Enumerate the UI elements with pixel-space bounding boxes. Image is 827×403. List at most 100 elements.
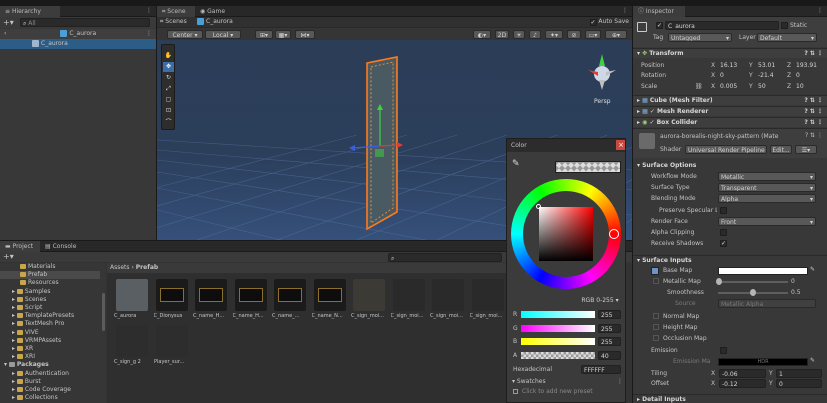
mesh-filter-header[interactable]: ▸ ▦ Cube (Mesh Filter) ? ⇅ ⋮: [633, 95, 827, 105]
scale-tool-icon[interactable]: ⤢: [163, 84, 174, 94]
hue-wheel[interactable]: [511, 179, 621, 289]
asset-thumbnail[interactable]: [432, 279, 464, 311]
asset-thumbnail[interactable]: [116, 325, 148, 357]
asset-thumbnail[interactable]: [392, 279, 425, 311]
mesh-renderer-header[interactable]: ▸ ▦ ✓ Mesh Renderer ? ⇅ ⋮: [633, 106, 827, 116]
blending-dropdown[interactable]: Alpha ▾: [718, 194, 816, 203]
sv-cursor[interactable]: [536, 204, 541, 209]
asset-thumbnail[interactable]: [471, 279, 504, 311]
preset-swatch[interactable]: [513, 389, 518, 394]
box-collider-checkbox[interactable]: ✓: [649, 119, 656, 126]
folder-tree-item[interactable]: Materials: [0, 263, 100, 271]
metallic-map-slot[interactable]: [653, 278, 659, 284]
folder-tree-item[interactable]: ▸ Scenes: [0, 296, 100, 304]
folder-tree-item[interactable]: ▸ VRMPAssets: [0, 337, 100, 345]
auto-save-checkbox[interactable]: ✓: [589, 19, 597, 26]
scale-link-icon[interactable]: ⛓: [695, 82, 703, 91]
occlusion-map-slot[interactable]: [653, 335, 659, 341]
lighting-toggle[interactable]: ☀: [513, 30, 525, 39]
smoothness-value[interactable]: 0.5: [791, 288, 801, 297]
transform-tool-icon[interactable]: ⊡: [163, 106, 174, 116]
mesh-renderer-checkbox[interactable]: ✓: [650, 108, 657, 115]
hue-cursor[interactable]: [609, 229, 619, 239]
tab-scene[interactable]: ⌗ Scene: [157, 6, 195, 17]
scale-x-input[interactable]: 0.005: [718, 82, 748, 91]
path-root[interactable]: Assets: [110, 264, 130, 271]
back-chevron-icon[interactable]: ‹: [4, 30, 6, 37]
grid-snap-button[interactable]: ⊞▾: [255, 30, 273, 39]
channel-slider[interactable]: [521, 324, 595, 332]
metallic-slider-handle[interactable]: [716, 278, 722, 285]
hex-input[interactable]: FFFFFF: [581, 365, 621, 374]
position-z-input[interactable]: 193.91: [794, 61, 824, 70]
folder-tree-item[interactable]: Prefab: [0, 271, 100, 280]
tag-dropdown[interactable]: Untagged ▾: [668, 33, 732, 42]
offset-y-input[interactable]: 0: [776, 379, 822, 388]
rotation-z-input[interactable]: 0: [794, 71, 824, 80]
tab-project[interactable]: ▬ Project: [0, 241, 40, 252]
folder-tree-item[interactable]: ▸ VIVE: [0, 329, 100, 337]
asset-thumbnail[interactable]: [313, 279, 346, 311]
component-menu-icons[interactable]: ? ⇅ ⋮: [804, 118, 823, 128]
hierarchy-scene-row[interactable]: ‹ C_aurora ⋮: [0, 29, 156, 39]
folder-tree-item[interactable]: Resources: [0, 279, 100, 287]
tab-hierarchy[interactable]: ≡ Hierarchy: [0, 6, 60, 17]
layer-dropdown[interactable]: Default ▾: [757, 33, 817, 42]
tab-inspector[interactable]: ⓘ Inspector: [633, 6, 685, 17]
tiling-y-input[interactable]: 1: [776, 369, 822, 378]
rotation-x-input[interactable]: 0: [718, 71, 748, 80]
folder-tree-item[interactable]: ▸ Burst: [0, 378, 100, 386]
metallic-value[interactable]: 0: [791, 277, 795, 286]
hierarchy-search-input[interactable]: ⌕ All: [20, 18, 150, 27]
audio-toggle[interactable]: ♪: [529, 30, 541, 39]
project-search-input[interactable]: ⌕: [388, 253, 502, 262]
base-map-thumbnail[interactable]: [651, 267, 659, 275]
transform-header[interactable]: ▾ ✥ Transform ? ⇅ ⋮: [633, 48, 827, 58]
saturation-value-square[interactable]: [539, 207, 593, 261]
surface-type-dropdown[interactable]: Transparent ▾: [718, 183, 816, 192]
channel-slider[interactable]: [521, 311, 595, 318]
asset-thumbnail[interactable]: [155, 279, 188, 311]
folder-tree-item[interactable]: ▸ Code Coverage: [0, 386, 100, 394]
asset-thumbnail[interactable]: [116, 279, 148, 311]
kebab-menu-icon[interactable]: ⋮: [817, 7, 823, 14]
folder-tree-item[interactable]: ▸ XRI: [0, 353, 100, 361]
color-mode-dropdown[interactable]: RGB 0-255 ▾: [579, 296, 621, 305]
receive-shadows-checkbox[interactable]: ✓: [720, 240, 727, 247]
add-preset-label[interactable]: Click to add new preset: [522, 387, 593, 396]
folder-tree-item[interactable]: ▸ TextMesh Pro: [0, 320, 100, 328]
tab-console[interactable]: ▤ Console: [40, 241, 82, 252]
asset-thumbnail[interactable]: [274, 279, 306, 311]
breadcrumb-root[interactable]: ⌗ Scenes: [160, 17, 187, 27]
swatches-label[interactable]: ▾ Swatches: [512, 377, 546, 386]
surface-inputs-header[interactable]: ▾ Surface Inputs: [633, 255, 827, 265]
2d-toggle[interactable]: 2D: [495, 30, 509, 39]
workflow-dropdown[interactable]: Metallic ▾: [718, 172, 816, 181]
scale-z-input[interactable]: 10: [794, 82, 824, 91]
kebab-menu-icon[interactable]: ⋮: [617, 377, 623, 386]
asset-thumbnail[interactable]: [195, 279, 227, 311]
move-tool-icon[interactable]: ✥: [163, 62, 174, 72]
hierarchy-object-row[interactable]: C_aurora: [0, 39, 156, 49]
camera-button[interactable]: ▭▾: [585, 30, 601, 39]
folder-tree-item[interactable]: ▸ Script: [0, 304, 100, 312]
create-add-icon[interactable]: +▾: [3, 252, 14, 262]
draw-mode-button[interactable]: ◐▾: [473, 30, 491, 39]
shader-dropdown[interactable]: Universal Render Pipeline: [685, 145, 767, 154]
component-menu-icons[interactable]: ? ⇅ ⋮: [804, 96, 823, 106]
space-dropdown[interactable]: Local ▾: [205, 30, 241, 39]
scale-y-input[interactable]: 50: [756, 82, 786, 91]
normal-map-slot[interactable]: [653, 313, 659, 319]
asset-thumbnail[interactable]: [156, 325, 188, 357]
active-checkbox[interactable]: ✓: [656, 22, 663, 29]
tiling-x-input[interactable]: -0.06: [719, 369, 766, 378]
add-icon[interactable]: +▾: [3, 17, 14, 28]
folder-tree-item[interactable]: ▸ TemplatePresets: [0, 312, 100, 320]
hand-tool-icon[interactable]: ✋: [163, 51, 174, 61]
static-checkbox[interactable]: [781, 22, 788, 29]
channel-slider[interactable]: [521, 338, 595, 345]
detail-inputs-header[interactable]: ▸ Detail Inputs: [633, 394, 827, 403]
increment-snap-button[interactable]: ⋈▾: [295, 30, 315, 39]
smoothness-slider-handle[interactable]: [750, 289, 756, 296]
channel-value-input[interactable]: 40: [598, 350, 621, 360]
